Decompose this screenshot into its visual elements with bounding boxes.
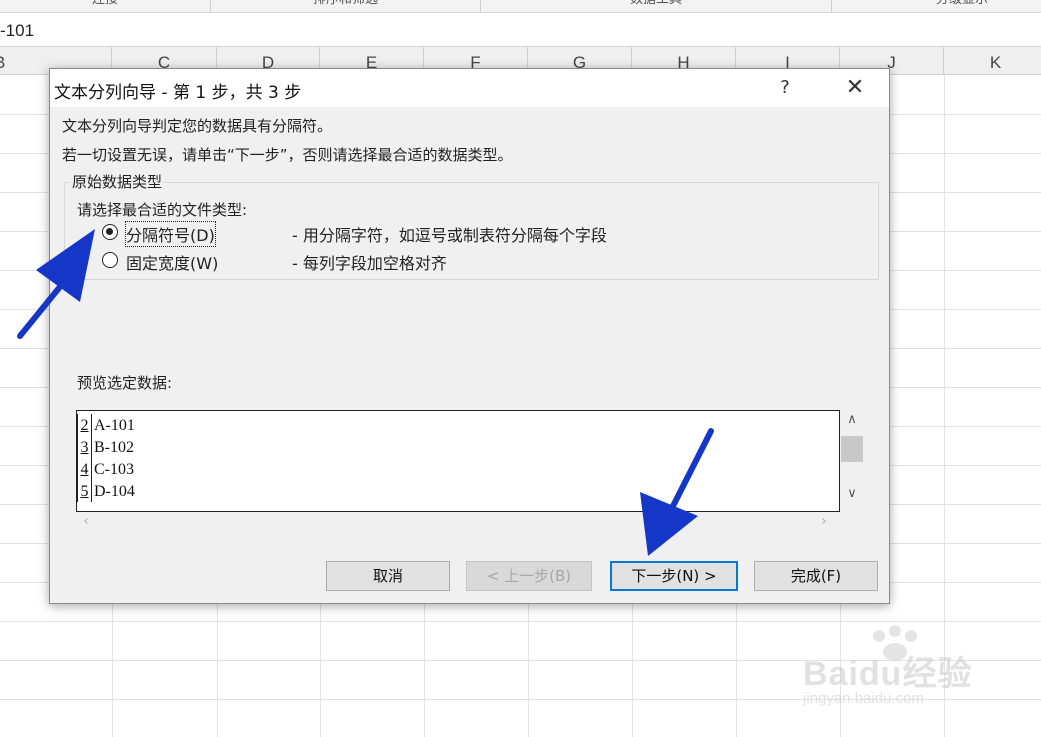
next-button[interactable]: 下一步(N) > (610, 561, 738, 591)
help-button[interactable]: ? (774, 73, 796, 103)
radio-selected-dot (106, 228, 113, 235)
back-button[interactable]: < 上一步(B) (466, 561, 592, 591)
preview-row-text: C-103 (94, 461, 134, 478)
text-to-columns-dialog: 文本分列向导 - 第 1 步，共 3 步 ? ✕ 文本分列向导判定您的数据具有分… (49, 68, 890, 604)
scroll-left-icon[interactable]: ‹ (76, 512, 96, 532)
dialog-title: 文本分列向导 - 第 1 步，共 3 步 (54, 83, 302, 103)
preview-row: 5 D-104 (77, 480, 817, 502)
preview-horizontal-scrollbar[interactable]: ‹ › (76, 512, 838, 532)
ribbon-group-outline[interactable]: 分级显示 (832, 0, 1041, 12)
preview-vertical-scrollbar[interactable]: ∧ ∨ (840, 410, 864, 510)
fixed-width-label[interactable]: 固定宽度(W) (126, 250, 218, 274)
baidu-watermark: Baidu经验 jingyan.baidu.com (797, 624, 987, 719)
fixed-width-description: - 每列字段加空格对齐 (292, 254, 447, 273)
preview-row: 3 B-102 (77, 436, 817, 458)
preview-row-text: D-104 (94, 483, 135, 500)
ribbon-group-connections[interactable]: 连接 (0, 0, 211, 12)
description-line-2: 若一切设置无误，请单击“下一步”，否则请选择最合适的数据类型。 (62, 146, 513, 164)
ribbon-group-data-tools[interactable]: 数据工具 (481, 0, 832, 12)
formula-bar[interactable]: -101 (0, 13, 1041, 47)
preview-row-number: 2 (77, 414, 92, 436)
watermark-url: jingyan.baidu.com (803, 690, 924, 707)
preview-row-text: B-102 (94, 439, 134, 456)
delimited-description: - 用分隔字符，如逗号或制表符分隔每个字段 (292, 226, 607, 245)
fixed-width-radio[interactable] (102, 252, 118, 268)
scroll-down-icon[interactable]: ∨ (840, 484, 864, 504)
data-type-group-title: 原始数据类型 (70, 171, 165, 192)
scroll-thumb[interactable] (841, 436, 863, 462)
cancel-button[interactable]: 取消 (326, 561, 450, 591)
close-button[interactable]: ✕ (838, 73, 872, 103)
delimited-label[interactable]: 分隔符号(D) (125, 221, 216, 247)
scroll-up-icon[interactable]: ∧ (840, 410, 864, 430)
preview-box[interactable]: 2 A-101 3 B-102 4 C-103 5 D-104 (76, 410, 840, 512)
preview-row-number: 3 (77, 436, 92, 458)
preview-row-number: 4 (77, 458, 92, 480)
preview-row: 4 C-103 (77, 458, 817, 480)
ribbon-group-sort-filter[interactable]: 排序和筛选 (211, 0, 481, 12)
preview-row-number: 5 (77, 480, 92, 502)
preview-row: 2 A-101 (77, 414, 817, 436)
finish-button[interactable]: 完成(F) (754, 561, 878, 591)
file-type-prompt: 请选择最合适的文件类型: (77, 201, 248, 219)
grid-row-line (0, 621, 1041, 622)
formula-bar-value[interactable]: -101 (0, 21, 34, 41)
dialog-titlebar[interactable]: 文本分列向导 - 第 1 步，共 3 步 ? ✕ (50, 69, 889, 107)
watermark-brand: Baidu经验 (803, 655, 973, 693)
column-header-k[interactable]: K (944, 47, 1041, 75)
preview-row-text: A-101 (94, 417, 135, 434)
scroll-right-icon[interactable]: › (814, 512, 834, 532)
preview-label: 预览选定数据: (77, 374, 173, 392)
ribbon-groups: 连接 排序和筛选 数据工具 分级显示 (0, 0, 1041, 13)
delimited-radio[interactable] (102, 224, 118, 240)
description-line-1: 文本分列向导判定您的数据具有分隔符。 (62, 117, 333, 135)
